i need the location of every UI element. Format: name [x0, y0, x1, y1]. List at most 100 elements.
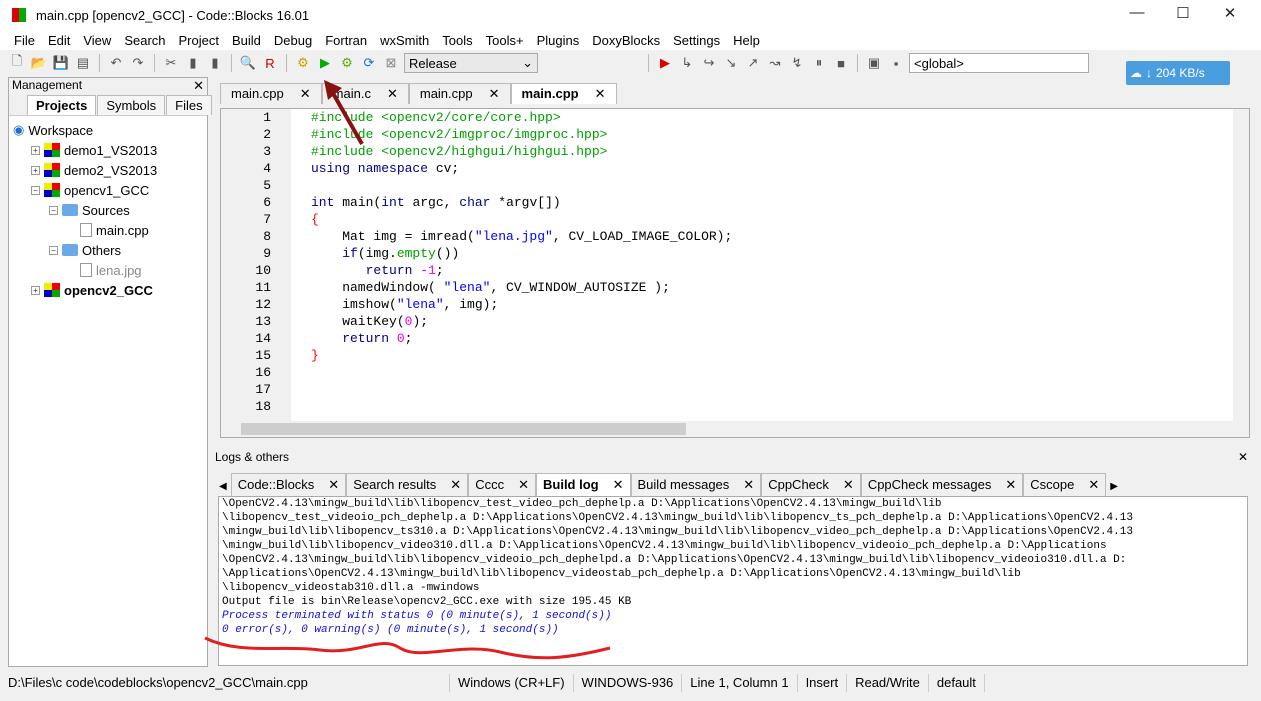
log-tab[interactable]: CppCheck ✕ [761, 473, 861, 496]
minimize-button[interactable]: — [1117, 4, 1157, 26]
close-button[interactable]: ✕ [1210, 4, 1250, 26]
close-icon[interactable]: ✕ [843, 477, 854, 493]
scroll-right-icon[interactable]: ▶ [1106, 477, 1122, 496]
tree-item[interactable]: − Sources [13, 200, 207, 220]
close-icon[interactable]: ✕ [328, 477, 339, 493]
save-all-icon[interactable]: ▤ [74, 54, 92, 72]
step-out-icon[interactable]: ↗ [744, 54, 762, 72]
maximize-button[interactable]: ☐ [1163, 4, 1203, 26]
log-tab[interactable]: CppCheck messages ✕ [860, 473, 1024, 496]
tab-files[interactable]: Files [166, 95, 212, 115]
close-icon[interactable]: ✕ [595, 86, 606, 102]
info-icon[interactable]: ▪ [887, 54, 905, 72]
tree-item[interactable]: lena.jpg [13, 260, 207, 280]
save-icon[interactable]: 💾 [52, 54, 70, 72]
expand-icon[interactable]: + [31, 145, 40, 155]
tab-symbols[interactable]: Symbols [97, 95, 166, 115]
log-tab[interactable]: Search results ✕ [346, 473, 469, 496]
menu-debug[interactable]: Debug [274, 33, 312, 48]
expand-icon[interactable]: + [31, 165, 40, 175]
tree-item[interactable]: − Others [13, 240, 207, 260]
close-icon[interactable]: ✕ [1088, 477, 1099, 493]
abort-icon[interactable]: ⊠ [382, 54, 400, 72]
close-icon[interactable]: ✕ [613, 477, 624, 493]
step-instruction-icon[interactable]: ↯ [788, 54, 806, 72]
code-area[interactable]: #include <opencv2/core/core.hpp> #include… [311, 109, 732, 415]
scroll-left-icon[interactable]: ◀ [215, 477, 231, 496]
tree-item[interactable]: + demo2_VS2013 [13, 160, 207, 180]
next-line-icon[interactable]: ↪ [700, 54, 718, 72]
menu-plugins[interactable]: Plugins [537, 33, 580, 48]
code-line: if(img.empty()) [311, 245, 732, 262]
line-number: 9 [263, 246, 271, 261]
paste-icon[interactable]: ▮ [206, 54, 224, 72]
menu-view[interactable]: View [83, 33, 111, 48]
menu-build[interactable]: Build [232, 33, 261, 48]
tab-projects[interactable]: Projects [27, 95, 97, 115]
close-icon[interactable]: ✕ [1005, 477, 1016, 493]
download-arrow-icon: ↓ [1146, 66, 1152, 80]
menu-search[interactable]: Search [124, 33, 165, 48]
debug-windows-icon[interactable]: ▣ [865, 54, 883, 72]
cut-icon[interactable]: ✂ [162, 54, 180, 72]
log-tab[interactable]: Cscope ✕ [1023, 473, 1107, 496]
tree-item[interactable]: ◉ Workspace [13, 120, 207, 140]
menu-edit[interactable]: Edit [48, 33, 70, 48]
horizontal-scrollbar[interactable] [221, 421, 1249, 437]
menu-tools[interactable]: Tools+ [486, 33, 524, 48]
build-gear-icon[interactable]: ⚙ [294, 54, 312, 72]
close-icon[interactable]: ✕ [193, 78, 204, 94]
menu-settings[interactable]: Settings [673, 33, 720, 48]
tree-item[interactable]: − opencv1_GCC [13, 180, 207, 200]
close-icon[interactable]: ✕ [518, 477, 529, 493]
log-tab[interactable]: Build log ✕ [536, 473, 631, 496]
menu-wxsmith[interactable]: wxSmith [380, 33, 429, 48]
step-into-icon[interactable]: ↘ [722, 54, 740, 72]
code-line: return 0; [311, 330, 732, 347]
code-editor[interactable]: 1 2 3 4 5 6 7 8 9 10 11 12 13 14 15 16 17 18 #include <op… [220, 108, 1250, 438]
close-icon[interactable]: ✕ [387, 86, 398, 102]
replace-icon[interactable]: R [261, 54, 279, 72]
tree-item[interactable]: + opencv2_GCC [13, 280, 207, 300]
tree-item[interactable]: main.cpp [13, 220, 207, 240]
tree-item[interactable]: + demo1_VS2013 [13, 140, 207, 160]
menu-tools[interactable]: Tools [442, 33, 472, 48]
rebuild-icon[interactable]: ⟳ [360, 54, 378, 72]
log-tab[interactable]: Build messages ✕ [630, 473, 762, 496]
log-tab[interactable]: Cccc ✕ [468, 473, 536, 496]
pause-icon[interactable]: ⏸ [810, 54, 828, 72]
run-to-cursor-icon[interactable]: ↳ [678, 54, 696, 72]
open-icon[interactable]: 📂 [30, 54, 48, 72]
collapse-icon[interactable]: − [31, 185, 40, 195]
close-icon[interactable]: ✕ [300, 86, 311, 102]
collapse-icon[interactable]: − [49, 245, 58, 255]
expand-icon[interactable]: + [31, 285, 40, 295]
next-instruction-icon[interactable]: ↝ [766, 54, 784, 72]
menu-project[interactable]: Project [179, 33, 219, 48]
editor-tab[interactable]: main.cpp ✕ [510, 83, 617, 104]
scope-select[interactable]: <global> [909, 53, 1089, 73]
menu-help[interactable]: Help [733, 33, 760, 48]
stop-icon[interactable]: ■ [832, 54, 850, 72]
run-icon[interactable]: ▶ [316, 54, 334, 72]
copy-icon[interactable]: ▮ [184, 54, 202, 72]
editor-tab[interactable]: main.cpp ✕ [220, 83, 322, 104]
redo-icon[interactable]: ↷ [129, 54, 147, 72]
close-icon[interactable]: ✕ [1238, 450, 1248, 464]
vertical-scrollbar[interactable] [1233, 109, 1249, 423]
collapse-icon[interactable]: − [49, 205, 58, 215]
build-target-select[interactable]: Release ⌄ [404, 53, 538, 73]
menu-doxyblocks[interactable]: DoxyBlocks [592, 33, 660, 48]
find-icon[interactable]: 🔍 [239, 54, 257, 72]
close-icon[interactable]: ✕ [743, 477, 754, 493]
close-icon[interactable]: ✕ [489, 86, 500, 102]
new-file-icon[interactable]: 🗋 [8, 53, 26, 72]
build-run-icon[interactable]: ⚙ [338, 54, 356, 72]
log-tab[interactable]: Code::Blocks ✕ [230, 473, 347, 496]
menu-file[interactable]: File [14, 33, 35, 48]
editor-tab[interactable]: main.cpp ✕ [408, 83, 511, 104]
menu-fortran[interactable]: Fortran [325, 33, 367, 48]
debug-icon[interactable]: ▶ [656, 54, 674, 72]
undo-icon[interactable]: ↶ [107, 54, 125, 72]
close-icon[interactable]: ✕ [450, 477, 461, 493]
